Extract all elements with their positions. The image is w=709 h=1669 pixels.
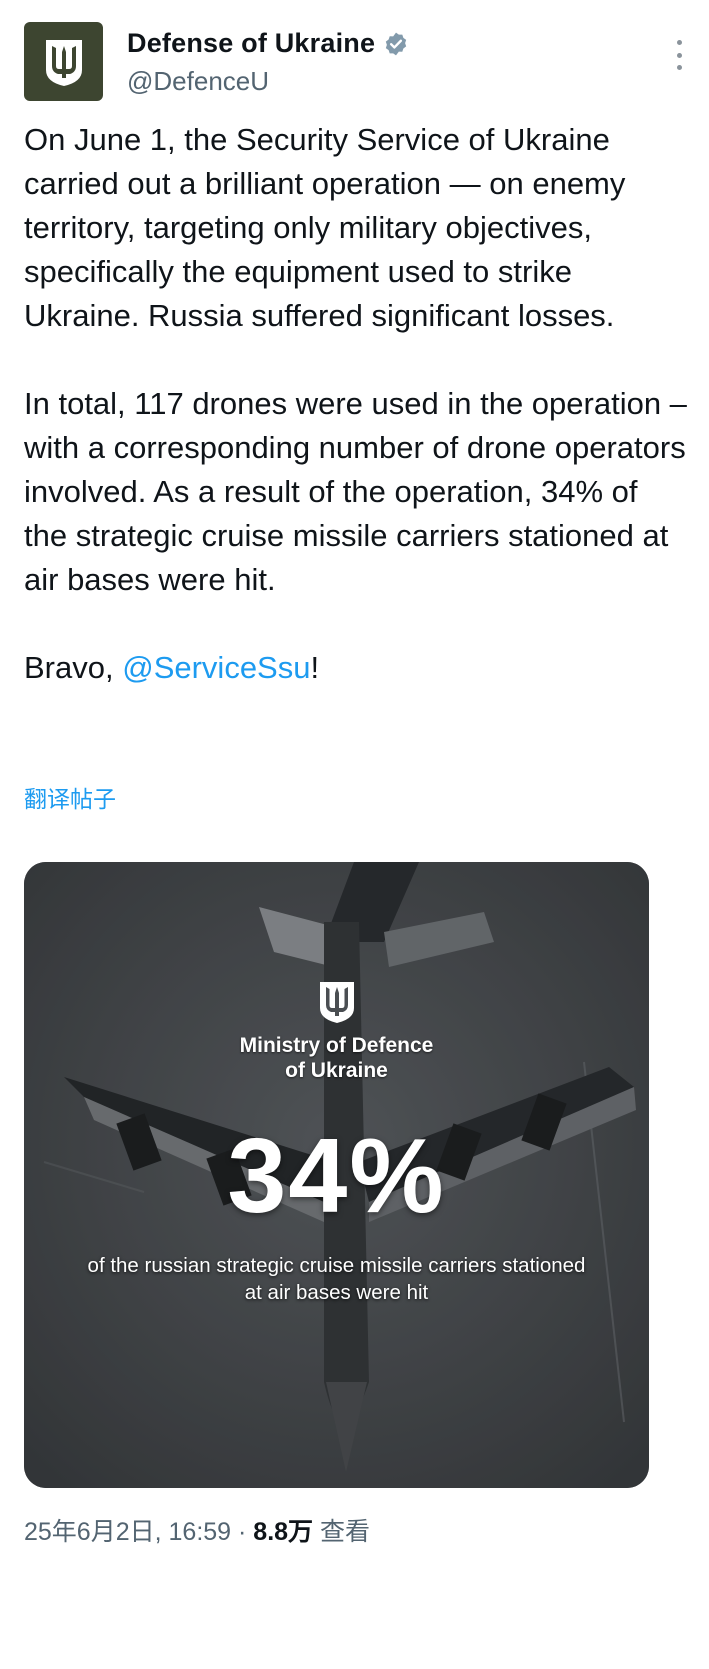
post-paragraph-3: Bravo, @ServiceSsu! bbox=[24, 646, 689, 690]
ministry-line-2: of Ukraine bbox=[285, 1059, 388, 1082]
bravo-text: Bravo, bbox=[24, 650, 123, 685]
verified-badge-icon bbox=[386, 32, 407, 55]
author-avatar[interactable] bbox=[24, 22, 103, 101]
ministry-title: Ministry of Defence of Ukraine bbox=[24, 1033, 649, 1083]
stat-caption: of the russian strategic cruise missile … bbox=[87, 1254, 586, 1304]
post-paragraph-2: In total, 117 drones were used in the op… bbox=[24, 386, 687, 597]
meta-separator: · bbox=[231, 1518, 254, 1546]
translate-post-link[interactable]: 翻译帖子 bbox=[24, 780, 116, 814]
more-options-icon[interactable] bbox=[673, 40, 685, 70]
post-header: Defense of Ukraine @DefenceU bbox=[24, 22, 685, 102]
views-count: 8.8万 bbox=[253, 1518, 314, 1546]
exclamation-text: ! bbox=[310, 650, 320, 685]
views-label: 查看 bbox=[313, 1518, 371, 1546]
post-paragraph-1: On June 1, the Security Service of Ukrai… bbox=[24, 122, 626, 333]
ministry-line-1: Ministry of Defence bbox=[239, 1034, 434, 1057]
mention-link[interactable]: @ServiceSsu bbox=[122, 650, 310, 685]
trident-emblem-icon bbox=[320, 982, 354, 1023]
post-media-image[interactable]: Ministry of Defence of Ukraine 34% of th… bbox=[24, 862, 649, 1488]
timestamp[interactable]: 25年6月2日, 16:59 bbox=[24, 1518, 231, 1546]
trident-emblem-icon bbox=[45, 39, 82, 86]
author-display-name[interactable]: Defense of Ukraine bbox=[127, 28, 375, 59]
media-overlay: Ministry of Defence of Ukraine 34% of th… bbox=[24, 862, 649, 1488]
post-meta: 25年6月2日, 16:59 · 8.8万 查看 bbox=[24, 1512, 370, 1548]
big-stat: 34% bbox=[227, 1117, 446, 1235]
author-name-row: Defense of Ukraine bbox=[127, 28, 409, 59]
post-body: On June 1, the Security Service of Ukrai… bbox=[24, 118, 689, 690]
author-handle[interactable]: @DefenceU bbox=[127, 66, 269, 97]
